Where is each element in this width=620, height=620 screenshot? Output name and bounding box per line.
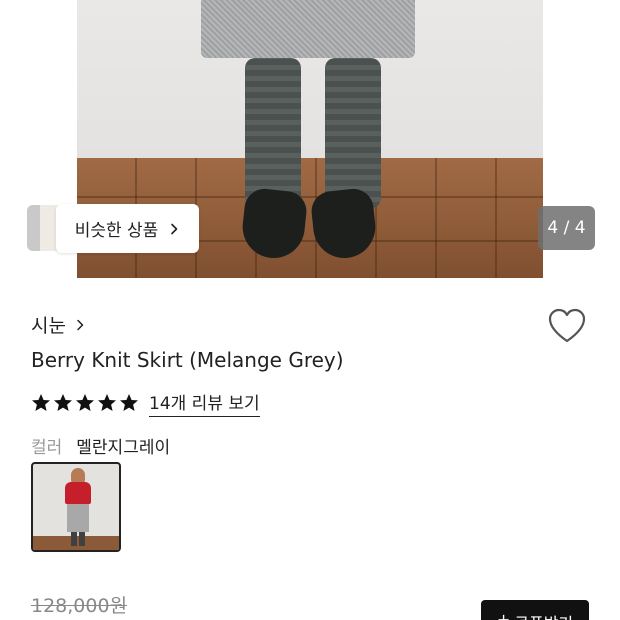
brand-link[interactable]: 시눈 (31, 311, 86, 338)
similar-thumb (27, 205, 40, 251)
product-title: Berry Knit Skirt (Melange Grey) (31, 348, 344, 372)
rating-row: 14개 리뷰 보기 (31, 389, 260, 417)
product-gallery[interactable]: 비슷한 상품 4 / 4 (0, 0, 620, 280)
photo-leg-right (325, 58, 381, 208)
review-link[interactable]: 14개 리뷰 보기 (149, 389, 260, 417)
star-icon (120, 394, 138, 411)
star-icon (76, 394, 94, 411)
floor-seam (77, 196, 543, 198)
image-counter: 4 / 4 (538, 206, 595, 250)
photo-skirt (201, 0, 415, 58)
color-label: 컬러 (31, 438, 63, 458)
plus-icon: + (496, 610, 511, 620)
chevron-right-icon (171, 223, 178, 234)
brand-name: 시눈 (31, 315, 66, 337)
coupon-label: 쿠폰받기 (514, 610, 573, 620)
star-icon (98, 394, 116, 411)
coupon-button[interactable]: + 쿠폰받기 (481, 600, 589, 620)
swatch-model-legs (71, 532, 85, 546)
photo-leg-left (245, 58, 301, 208)
star-icon (54, 394, 72, 411)
color-value: 멜란지그레이 (76, 438, 171, 458)
color-swatch-melange-grey[interactable] (31, 462, 121, 552)
similar-products-label: 비슷한 상품 (74, 221, 159, 241)
star-icon (32, 394, 50, 411)
original-price: 128,000원 (31, 595, 128, 617)
similar-products-button[interactable]: 비슷한 상품 (56, 204, 199, 253)
swatch-model-top (65, 482, 91, 504)
swatch-model-skirt (67, 504, 89, 532)
heart-icon[interactable] (548, 308, 586, 344)
color-row: 컬러 멜란지그레이 (31, 433, 170, 458)
star-rating (31, 393, 139, 413)
chevron-right-icon (77, 319, 84, 330)
